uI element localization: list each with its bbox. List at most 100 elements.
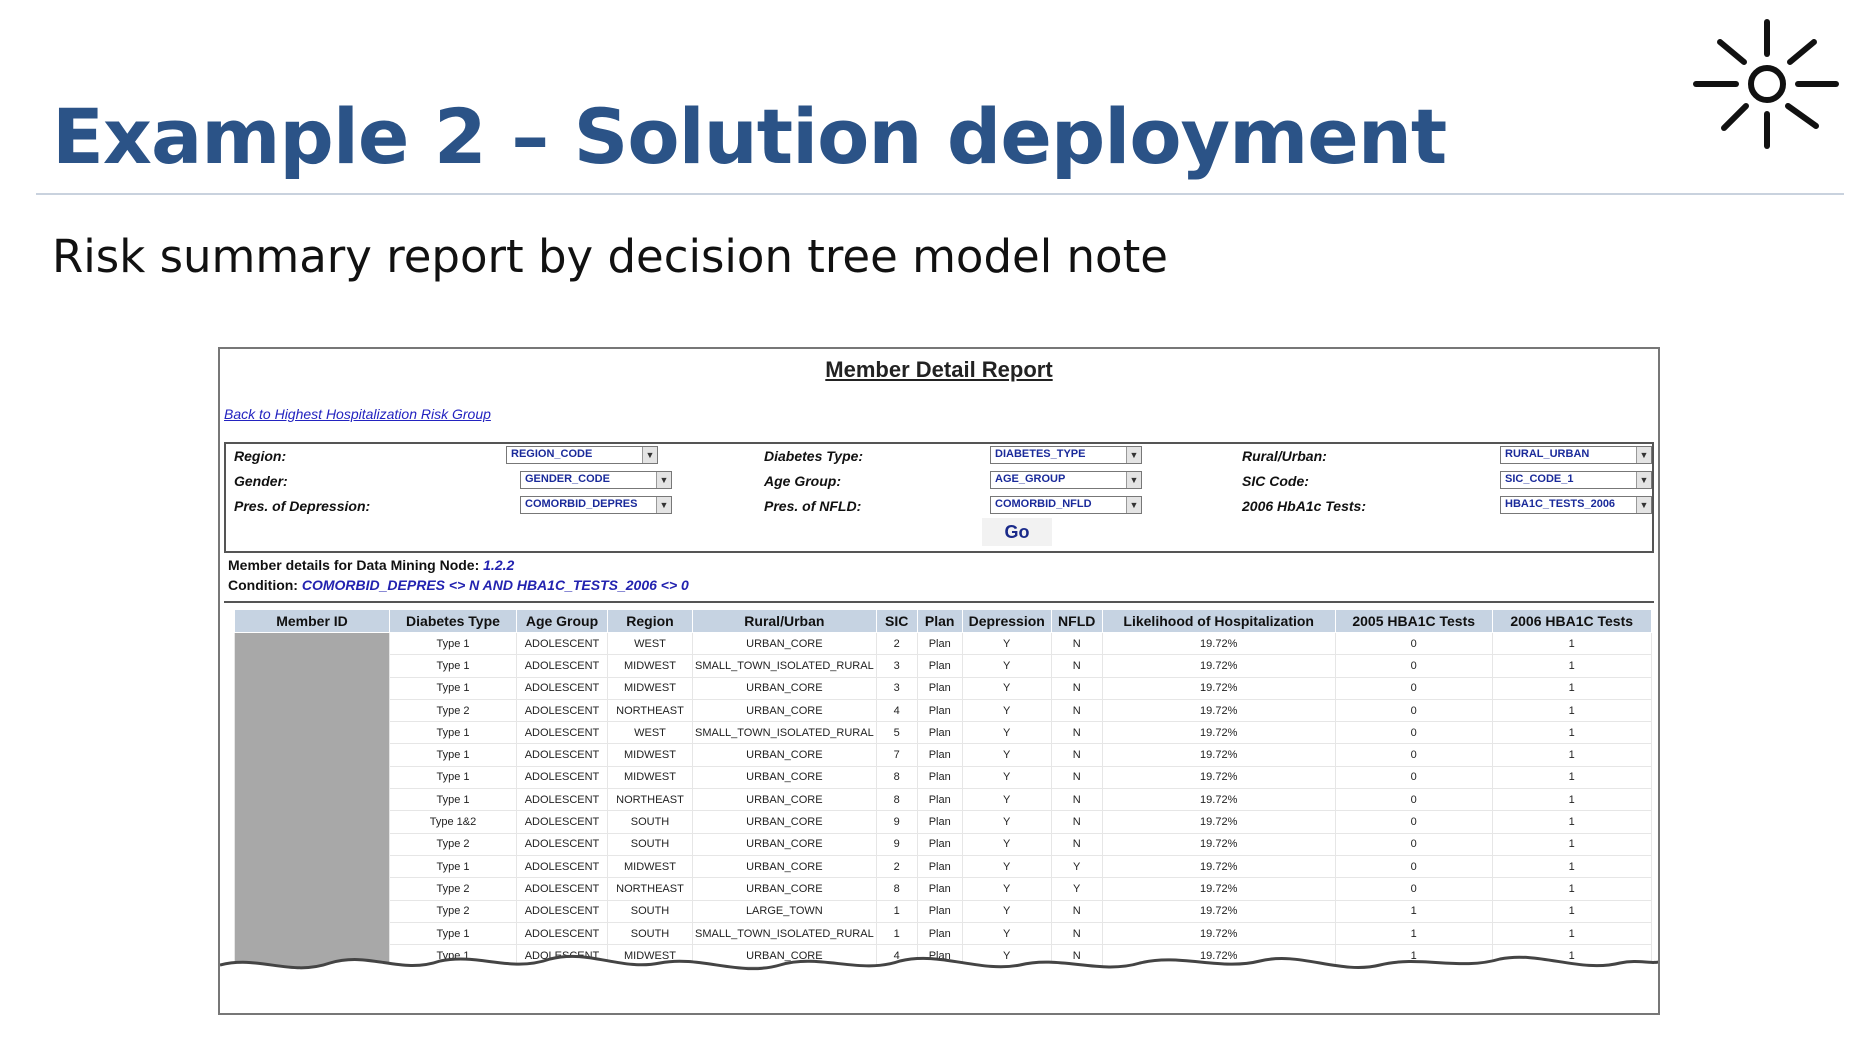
table-cell: Plan xyxy=(916,810,963,834)
table-cell: 8 xyxy=(875,788,918,812)
table-cell: WEST xyxy=(607,721,693,745)
condition-text: COMORBID_DEPRES <> N AND HBA1C_TESTS_200… xyxy=(301,577,689,593)
chevron-down-icon: ▼ xyxy=(656,472,671,488)
table-cell: ADOLESCENT xyxy=(516,631,608,656)
table-cell: 1 xyxy=(1491,743,1652,767)
table-cell: 0 xyxy=(1334,877,1493,901)
table-cell: Plan xyxy=(916,788,963,812)
hba1c-select[interactable]: HBA1C_TESTS_2006 ▼ xyxy=(1500,496,1652,514)
table-row: Type 1 ADOLESCENT WEST URBAN_CORE 2 Plan Y N 19.… xyxy=(234,631,1652,990)
table-cell: ADOLESCENT xyxy=(516,721,608,745)
table-cell: Y xyxy=(961,698,1052,723)
table-cell: SMALL_TOWN_ISOLATED_RURAL xyxy=(692,721,877,745)
table-cell: MIDWEST xyxy=(607,854,693,879)
column-header[interactable]: Region xyxy=(607,609,693,633)
table-cell: 19.72% xyxy=(1101,631,1336,656)
table-row: Type 2 ADOLESCENT NORTHEAST URBAN_CORE 4 Plan… xyxy=(235,698,1652,723)
column-header[interactable]: NFLD xyxy=(1050,609,1103,633)
column-header[interactable]: Plan xyxy=(916,609,963,633)
column-header[interactable]: Age Group xyxy=(516,609,608,633)
sic-code-select[interactable]: SIC_CODE_1 ▼ xyxy=(1500,471,1652,489)
table-cell: SMALL_TOWN_ISOLATED_RURAL xyxy=(692,654,877,678)
table-cell: MIDWEST xyxy=(607,676,693,700)
table-cell: 1 xyxy=(1491,899,1652,923)
gender-select[interactable]: GENDER_CODE ▼ xyxy=(520,471,672,489)
chevron-down-icon: ▼ xyxy=(1636,497,1651,513)
rural-urban-label: Rural/Urban: xyxy=(1242,448,1327,464)
rural-urban-select[interactable]: RURAL_URBAN ▼ xyxy=(1500,446,1652,464)
depression-select[interactable]: COMORBID_DEPRES ▼ xyxy=(520,496,672,514)
chevron-down-icon: ▼ xyxy=(642,447,657,463)
table-cell: Type 1 xyxy=(389,854,517,879)
column-header[interactable]: 2005 HBA1C Tests xyxy=(1334,609,1493,633)
table-cell: NORTHEAST xyxy=(607,788,693,812)
column-header[interactable]: Rural/Urban xyxy=(692,609,877,633)
table-row: Type 1 ADOLESCENT MIDWEST URBAN_CORE 3 Plan Y N… xyxy=(235,676,1652,700)
table-cell: Type 1 xyxy=(389,788,517,812)
table-cell: Plan xyxy=(916,721,963,745)
column-header[interactable]: Diabetes Type xyxy=(389,609,517,633)
table-cell: URBAN_CORE xyxy=(692,832,877,856)
table-cell: URBAN_CORE xyxy=(692,788,877,812)
nfld-select[interactable]: COMORBID_NFLD ▼ xyxy=(990,496,1142,514)
back-link[interactable]: Back to Highest Hospitalization Risk Gro… xyxy=(224,406,491,422)
column-header[interactable]: SIC xyxy=(875,609,918,633)
diabetes-type-select[interactable]: DIABETES_TYPE ▼ xyxy=(990,446,1142,464)
column-header[interactable]: Member ID xyxy=(234,609,390,633)
table-cell: 5 xyxy=(875,721,918,745)
table-row: Type 2 ADOLESCENT SOUTH LARGE_TOWN 1 Plan Y N 19… xyxy=(235,899,1652,923)
table-cell: ADOLESCENT xyxy=(516,832,608,856)
report-screenshot: Member Detail Report Back to Highest Hos… xyxy=(218,347,1660,1015)
region-select[interactable]: REGION_CODE ▼ xyxy=(506,446,658,464)
table-cell: Y xyxy=(961,899,1052,923)
table-cell: Type 1 xyxy=(389,654,517,678)
table-cell: 1 xyxy=(1491,721,1652,745)
table-cell: Type 2 xyxy=(389,698,517,723)
column-header[interactable]: Likelihood of Hospitalization xyxy=(1101,609,1336,633)
table-row: Type 1 ADOLESCENT WEST SMALL_TOWN_ISOLATED_… xyxy=(235,721,1652,745)
table-cell: 9 xyxy=(875,810,918,834)
table-cell: SOUTH xyxy=(607,810,693,834)
table-cell: Plan xyxy=(916,676,963,700)
table-cell: Plan xyxy=(916,654,963,678)
diabetes-type-label: Diabetes Type: xyxy=(764,448,864,464)
chevron-down-icon: ▼ xyxy=(656,497,671,513)
hba1c-label: 2006 HbA1c Tests: xyxy=(1242,498,1366,514)
table-cell: 0 xyxy=(1334,721,1493,745)
table-cell: N xyxy=(1050,721,1103,745)
age-group-select[interactable]: AGE_GROUP ▼ xyxy=(990,471,1142,489)
table-cell: Type 2 xyxy=(389,899,517,923)
table-cell: 19.72% xyxy=(1101,854,1336,879)
go-button[interactable]: Go xyxy=(982,518,1052,546)
table-cell: URBAN_CORE xyxy=(692,676,877,700)
table-cell: Type 1 xyxy=(389,676,517,700)
table-cell: ADOLESCENT xyxy=(516,899,608,923)
table-cell: 1 xyxy=(1491,676,1652,700)
table-cell: Plan xyxy=(916,743,963,767)
column-header[interactable]: 2006 HBA1C Tests xyxy=(1491,609,1652,633)
table-cell: ADOLESCENT xyxy=(516,788,608,812)
table-cell: Plan xyxy=(916,765,963,790)
table-cell: 1 xyxy=(1491,854,1652,879)
table-cell: N xyxy=(1050,676,1103,700)
table-cell: ADOLESCENT xyxy=(516,698,608,723)
table-cell: N xyxy=(1050,810,1103,834)
table-cell: 1 xyxy=(1491,832,1652,856)
table-cell: N xyxy=(1050,899,1103,923)
table-cell: 1 xyxy=(1491,810,1652,834)
table-cell: N xyxy=(1050,698,1103,723)
table-cell: Y xyxy=(1050,854,1103,879)
column-header[interactable]: Depression xyxy=(961,609,1052,633)
table-cell: 8 xyxy=(875,765,918,790)
table-cell: Type 2 xyxy=(389,832,517,856)
table-cell: 1 xyxy=(1491,654,1652,678)
table-cell: 8 xyxy=(875,877,918,901)
table-cell: 19.72% xyxy=(1101,654,1336,678)
table-cell: NORTHEAST xyxy=(607,877,693,901)
table-cell: 19.72% xyxy=(1101,810,1336,834)
table-cell: Plan xyxy=(916,698,963,723)
table-cell: URBAN_CORE xyxy=(692,698,877,723)
table-cell: Y xyxy=(1050,877,1103,901)
table-cell: Y xyxy=(961,631,1052,656)
table-row: Type 1 ADOLESCENT NORTHEAST URBAN_CORE 8 Plan… xyxy=(235,788,1652,812)
